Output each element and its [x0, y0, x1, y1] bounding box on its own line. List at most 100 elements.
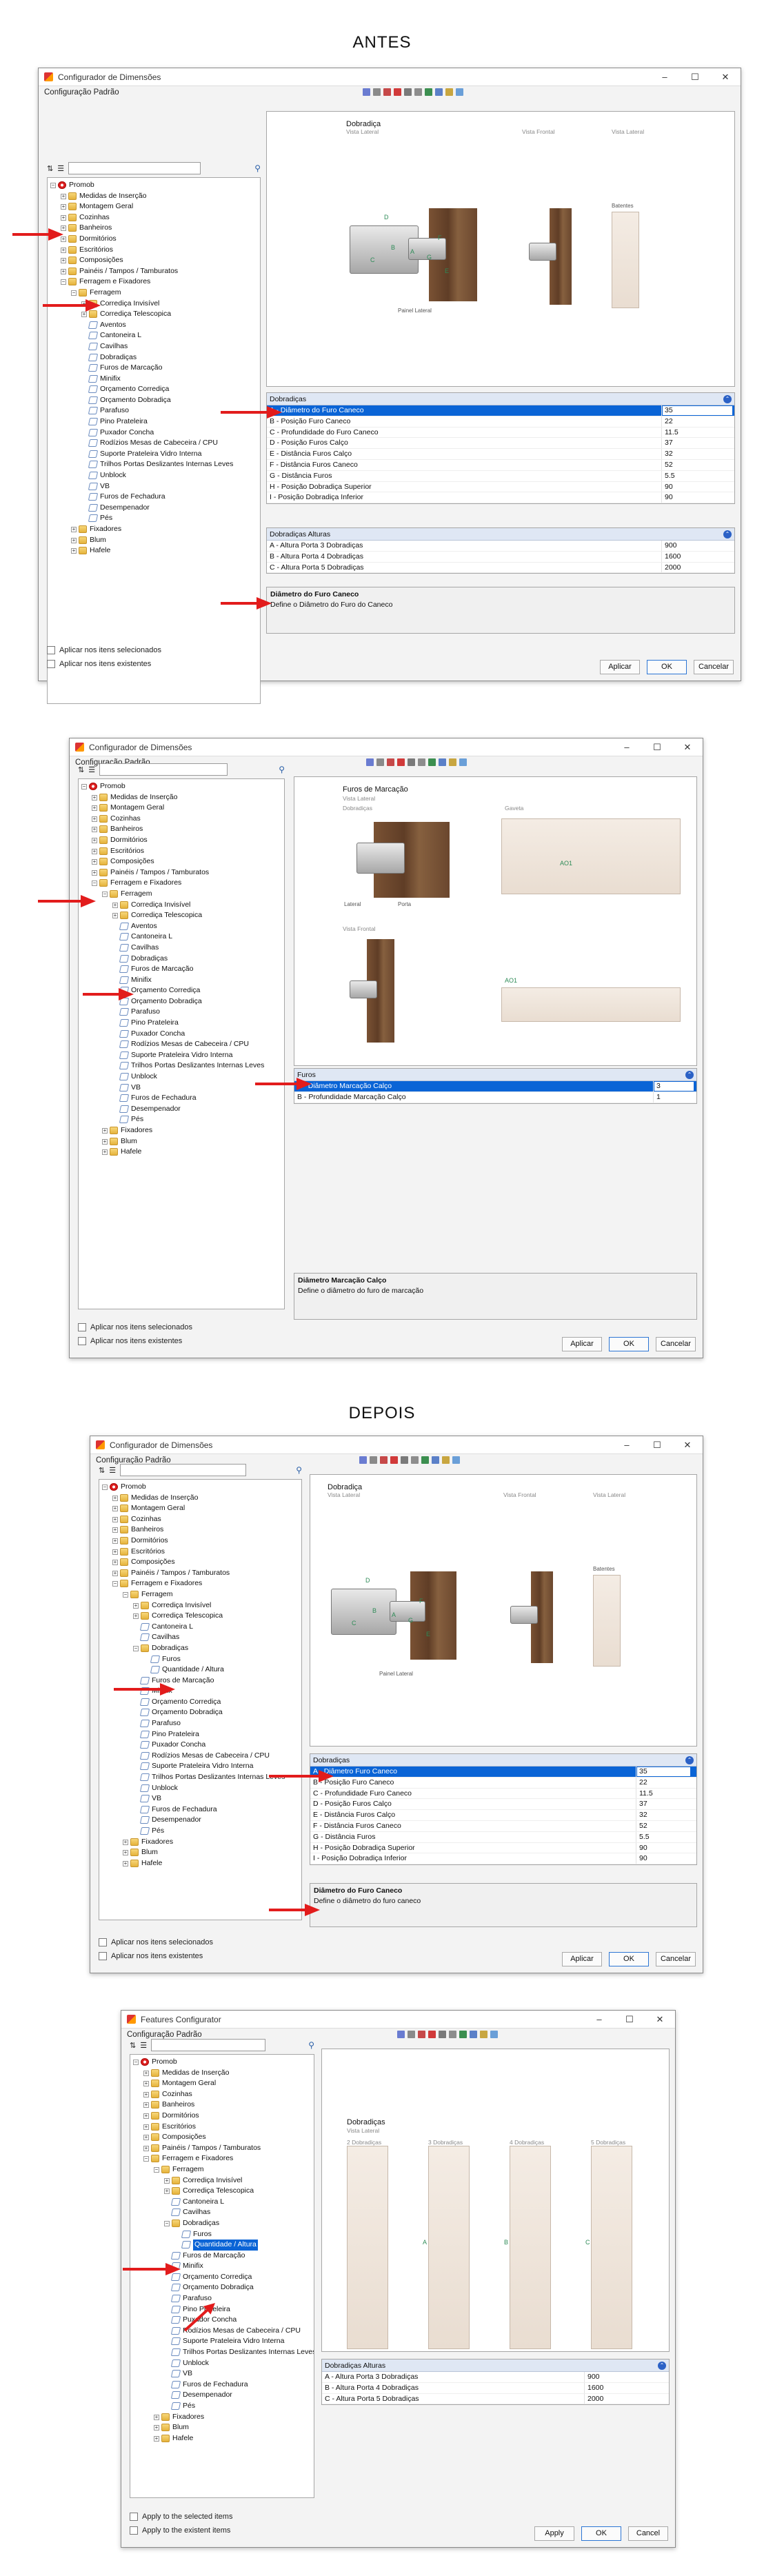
binoculars-icon[interactable]: ⚲: [308, 2040, 314, 2050]
tree-item[interactable]: Quantidade / Altura: [130, 2240, 314, 2251]
toolbar-icon-7[interactable]: [459, 2030, 467, 2038]
tree-item[interactable]: + Dormitórios: [99, 1536, 301, 1547]
tree-item-label[interactable]: Unblock: [131, 1071, 157, 1083]
toolbar-icon-1[interactable]: [366, 758, 374, 766]
tree-item[interactable]: + Corrediça Telescopica: [99, 1611, 301, 1622]
tree-expander-icon[interactable]: +: [112, 1570, 118, 1576]
tree-item[interactable]: + Dormitórios: [48, 234, 260, 245]
property-value[interactable]: 900: [584, 2372, 660, 2382]
property-row[interactable]: B - Profundidade Marcação Calço 1: [294, 1091, 696, 1103]
tree-search-input[interactable]: [151, 2039, 266, 2051]
toolbar-icon-7[interactable]: [428, 758, 436, 766]
property-value[interactable]: 37: [636, 1799, 691, 1810]
tree-expander-icon[interactable]: +: [102, 1128, 108, 1134]
property-value[interactable]: 22: [661, 416, 733, 427]
tree-item-label[interactable]: Promob: [121, 1482, 146, 1493]
tree-item-label[interactable]: Trilhos Portas Deslizantes Internas Leve…: [100, 459, 233, 470]
tree-item[interactable]: Furos: [130, 2229, 314, 2240]
property-row[interactable]: E - Distância Furos Calço 32: [267, 449, 734, 460]
tree-item[interactable]: Cavilhas: [79, 943, 284, 954]
tree-expander-icon[interactable]: +: [154, 2435, 159, 2442]
tree-expander-icon[interactable]: +: [92, 859, 97, 865]
tree-item-label[interactable]: Quantidade / Altura: [193, 2240, 258, 2251]
tree-item[interactable]: + Corrediça Invisível: [99, 1600, 301, 1611]
tree-item[interactable]: + Banheiros: [99, 1525, 301, 1536]
property-value[interactable]: 90: [661, 492, 733, 503]
tree-item-label[interactable]: Cavilhas: [152, 1632, 179, 1643]
binoculars-icon[interactable]: ⚲: [254, 163, 261, 173]
property-row[interactable]: A - Altura Porta 3 Dobradiças 900: [322, 2372, 669, 2383]
tree-item[interactable]: Pés: [130, 2401, 314, 2412]
tree-expander-icon[interactable]: −: [154, 2166, 159, 2173]
tree-item[interactable]: − Ferragem: [99, 1589, 301, 1600]
property-row[interactable]: B - Altura Porta 4 Dobradiças 1600: [267, 551, 734, 563]
tree-item-label[interactable]: Dormitórios: [131, 1536, 168, 1547]
tree-item-label[interactable]: Promob: [152, 2057, 177, 2068]
tree-item-label[interactable]: Parafuso: [131, 1007, 160, 1018]
tree-item[interactable]: + Cozinhas: [130, 2089, 314, 2100]
tree-expander-icon[interactable]: +: [92, 805, 97, 812]
tree-item[interactable]: VB: [79, 1083, 284, 1094]
tree-item[interactable]: Trilhos Portas Deslizantes Internas Leve…: [48, 459, 260, 470]
close-icon[interactable]: ✕: [710, 72, 741, 83]
tree-item[interactable]: + Painéis / Tampos / Tamburatos: [99, 1568, 301, 1579]
tree-item[interactable]: Unblock: [130, 2358, 314, 2369]
tree-item[interactable]: + Medidas de Inserção: [79, 792, 284, 803]
tree-item[interactable]: + Dormitórios: [130, 2111, 314, 2122]
tree-expander-icon[interactable]: −: [133, 2060, 139, 2065]
tree-item-label[interactable]: Puxador Concha: [152, 1740, 205, 1751]
property-value[interactable]: 11.5: [661, 427, 733, 438]
tree-item[interactable]: + Banheiros: [130, 2100, 314, 2111]
tree-expander-icon[interactable]: +: [92, 837, 97, 843]
grid-section-header[interactable]: Dobradiças ⌃: [310, 1754, 696, 1767]
tree-item-label[interactable]: Corrediça Telescopica: [100, 309, 171, 320]
tree-item[interactable]: Furos de Fechadura: [48, 492, 260, 503]
minimize-icon[interactable]: –: [612, 742, 642, 753]
toolbar-icon-4[interactable]: [428, 2030, 436, 2038]
tree-item-label[interactable]: Pés: [152, 1826, 164, 1837]
tree-item[interactable]: − Dobradiças: [130, 2218, 314, 2229]
tree-item[interactable]: − Dobradiças: [99, 1643, 301, 1654]
tree-item[interactable]: + Montagem Geral: [130, 2078, 314, 2089]
tree-item[interactable]: Cantoneira L: [99, 1622, 301, 1633]
tree-item[interactable]: + Medidas de Inserção: [99, 1493, 301, 1504]
tree-item-label[interactable]: Trilhos Portas Deslizantes Internas Leve…: [152, 1772, 285, 1783]
maximize-icon[interactable]: ☐: [680, 72, 710, 83]
tree-expander-icon[interactable]: +: [112, 902, 118, 908]
toolbar-icon-5[interactable]: [408, 758, 415, 766]
property-value[interactable]: 90: [636, 1842, 691, 1853]
tree-item-label[interactable]: Parafuso: [152, 1718, 181, 1729]
tree-search-input[interactable]: [99, 763, 228, 776]
tree-item-label[interactable]: Pés: [131, 1114, 143, 1125]
tree-item-label[interactable]: Banheiros: [131, 1525, 163, 1536]
tree-item[interactable]: VB: [130, 2368, 314, 2379]
tree-item-label[interactable]: Cozinhas: [79, 212, 110, 223]
tree-item[interactable]: + Blum: [79, 1136, 284, 1147]
tree-item[interactable]: Suporte Prateleira Vidro Interna: [79, 1050, 284, 1061]
checkbox-box[interactable]: [130, 2526, 138, 2535]
tree-item[interactable]: Parafuso: [79, 1007, 284, 1018]
tree-item-label[interactable]: Painéis / Tampos / Tamburatos: [131, 1568, 230, 1579]
tree-expander-icon[interactable]: +: [164, 2177, 170, 2184]
tree-item-label[interactable]: Fixadores: [172, 2412, 204, 2423]
tree-item-label[interactable]: Fixadores: [141, 1837, 173, 1848]
tree-item-label[interactable]: Pino Prateleira: [152, 1729, 199, 1740]
tree-item[interactable]: + Fixadores: [79, 1125, 284, 1136]
tree-item-label[interactable]: Cozinhas: [131, 1514, 161, 1525]
tree-item[interactable]: Furos de Fechadura: [79, 1093, 284, 1104]
tree-item-label[interactable]: Corrediça Invisível: [131, 900, 190, 911]
tree-item[interactable]: − Ferragem: [79, 889, 284, 900]
tree-item-label[interactable]: Pino Prateleira: [100, 416, 148, 427]
tree-item-label[interactable]: Blum: [121, 1136, 137, 1147]
close-icon[interactable]: ✕: [645, 2014, 675, 2025]
tree-item[interactable]: Rodízios Mesas de Cabeceira / CPU: [79, 1039, 284, 1050]
tree-item[interactable]: + Escritórios: [79, 846, 284, 857]
binoculars-icon[interactable]: ⚲: [279, 765, 285, 774]
tree-item-label[interactable]: Furos: [193, 2229, 212, 2240]
property-row[interactable]: A - Diâmetro Marcação Calço 3: [294, 1081, 696, 1092]
apply-checkbox[interactable]: Aplicar nos itens existentes: [78, 1337, 182, 1345]
tree-item-label[interactable]: Suporte Prateleira Vidro Interna: [100, 449, 201, 460]
tree-item[interactable]: Puxador Concha: [48, 427, 260, 439]
property-row[interactable]: C - Profundidade Furo Caneco 11.5: [310, 1788, 696, 1800]
tree-expander-icon[interactable]: −: [143, 2156, 149, 2162]
